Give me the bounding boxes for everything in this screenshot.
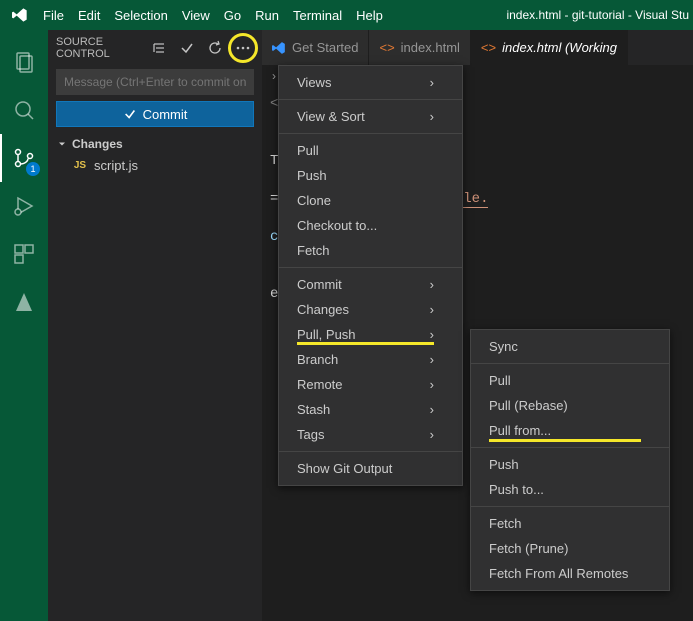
- submenu-item-pull[interactable]: Pull: [471, 368, 669, 393]
- chevron-right-icon: ›: [430, 377, 434, 392]
- highlight-underline: [489, 439, 641, 442]
- menu-item-checkout[interactable]: Checkout to...: [279, 213, 462, 238]
- pull-push-submenu: Sync Pull Pull (Rebase) Pull from... Pus…: [470, 329, 670, 591]
- html-file-icon: <>: [379, 40, 394, 55]
- scm-badge: 1: [26, 162, 40, 176]
- tab-index-html-working[interactable]: <> index.html (Working: [471, 30, 628, 65]
- menu-item-stash[interactable]: Stash›: [279, 397, 462, 422]
- submenu-item-fetch[interactable]: Fetch: [471, 511, 669, 536]
- changes-label: Changes: [72, 137, 123, 151]
- changed-file-row[interactable]: JS script.js: [48, 155, 262, 176]
- menu-item-pull[interactable]: Pull: [279, 138, 462, 163]
- submenu-item-pull-from[interactable]: Pull from...: [471, 418, 669, 443]
- menu-item-views[interactable]: Views›: [279, 70, 462, 95]
- commit-button[interactable]: Commit: [56, 101, 254, 127]
- activity-explorer[interactable]: [0, 38, 48, 86]
- chevron-right-icon: ›: [430, 327, 434, 342]
- source-control-sidebar: SOURCE CONTROL Com: [48, 30, 262, 621]
- chevron-right-icon: ›: [430, 402, 434, 417]
- submenu-item-push[interactable]: Push: [471, 452, 669, 477]
- changes-section[interactable]: Changes: [48, 133, 262, 155]
- menu-item-commit[interactable]: Commit›: [279, 272, 462, 297]
- view-as-tree-icon[interactable]: [148, 37, 170, 59]
- js-file-icon: JS: [72, 160, 88, 171]
- menu-item-tags[interactable]: Tags›: [279, 422, 462, 447]
- menu-item-pull-push[interactable]: Pull, Push›: [279, 322, 462, 347]
- menu-help[interactable]: Help: [349, 8, 390, 23]
- menu-edit[interactable]: Edit: [71, 8, 107, 23]
- chevron-right-icon: ›: [430, 302, 434, 317]
- chevron-right-icon: ›: [430, 75, 434, 90]
- submenu-item-fetch-all[interactable]: Fetch From All Remotes: [471, 561, 669, 586]
- menu-item-fetch[interactable]: Fetch: [279, 238, 462, 263]
- menu-go[interactable]: Go: [217, 8, 248, 23]
- menu-item-clone[interactable]: Clone: [279, 188, 462, 213]
- menu-run[interactable]: Run: [248, 8, 286, 23]
- tab-label: index.html: [401, 40, 460, 55]
- menu-selection[interactable]: Selection: [107, 8, 174, 23]
- activity-run-debug[interactable]: [0, 182, 48, 230]
- submenu-item-sync[interactable]: Sync: [471, 334, 669, 359]
- tab-get-started[interactable]: Get Started: [262, 30, 369, 65]
- menu-item-push[interactable]: Push: [279, 163, 462, 188]
- menu-item-branch[interactable]: Branch›: [279, 347, 462, 372]
- editor-tabs: Get Started <> index.html <> index.html …: [262, 30, 693, 65]
- submenu-item-push-to[interactable]: Push to...: [471, 477, 669, 502]
- scm-more-actions-menu: Views› View & Sort› Pull Push Clone Chec…: [278, 65, 463, 486]
- submenu-item-fetch-prune[interactable]: Fetch (Prune): [471, 536, 669, 561]
- changed-file-name: script.js: [94, 158, 138, 173]
- sidebar-title: SOURCE CONTROL: [56, 36, 148, 60]
- tab-label: Get Started: [292, 40, 358, 55]
- menu-item-show-git-output[interactable]: Show Git Output: [279, 456, 462, 481]
- more-actions-icon[interactable]: [232, 37, 254, 59]
- more-actions-highlight: [228, 33, 258, 63]
- menu-bar: File Edit Selection View Go Run Terminal…: [0, 0, 693, 30]
- menu-item-view-sort[interactable]: View & Sort›: [279, 104, 462, 129]
- menu-item-changes[interactable]: Changes›: [279, 297, 462, 322]
- commit-check-icon[interactable]: [176, 37, 198, 59]
- menu-file[interactable]: File: [36, 8, 71, 23]
- chevron-right-icon: ›: [430, 427, 434, 442]
- chevron-right-icon: ›: [430, 352, 434, 367]
- tab-index-html[interactable]: <> index.html: [369, 30, 470, 65]
- activity-search[interactable]: [0, 86, 48, 134]
- menu-item-remote[interactable]: Remote›: [279, 372, 462, 397]
- refresh-icon[interactable]: [204, 37, 226, 59]
- chevron-icon: ›: [272, 69, 276, 83]
- activity-bar: 1: [0, 30, 48, 621]
- menu-terminal[interactable]: Terminal: [286, 8, 349, 23]
- activity-source-control[interactable]: 1: [0, 134, 48, 182]
- vscode-icon: [272, 41, 286, 55]
- highlight-underline: [297, 342, 434, 345]
- activity-extensions[interactable]: [0, 230, 48, 278]
- commit-button-label: Commit: [143, 107, 188, 122]
- chevron-right-icon: ›: [430, 277, 434, 292]
- menu-view[interactable]: View: [175, 8, 217, 23]
- chevron-right-icon: ›: [430, 109, 434, 124]
- window-title: index.html - git-tutorial - Visual Stu: [506, 8, 689, 22]
- vscode-logo-icon: [10, 5, 30, 25]
- tab-label: index.html (Working: [502, 40, 617, 55]
- submenu-item-pull-rebase[interactable]: Pull (Rebase): [471, 393, 669, 418]
- html-file-icon: <>: [481, 40, 496, 55]
- commit-message-input[interactable]: [56, 69, 254, 95]
- activity-azure[interactable]: [0, 278, 48, 326]
